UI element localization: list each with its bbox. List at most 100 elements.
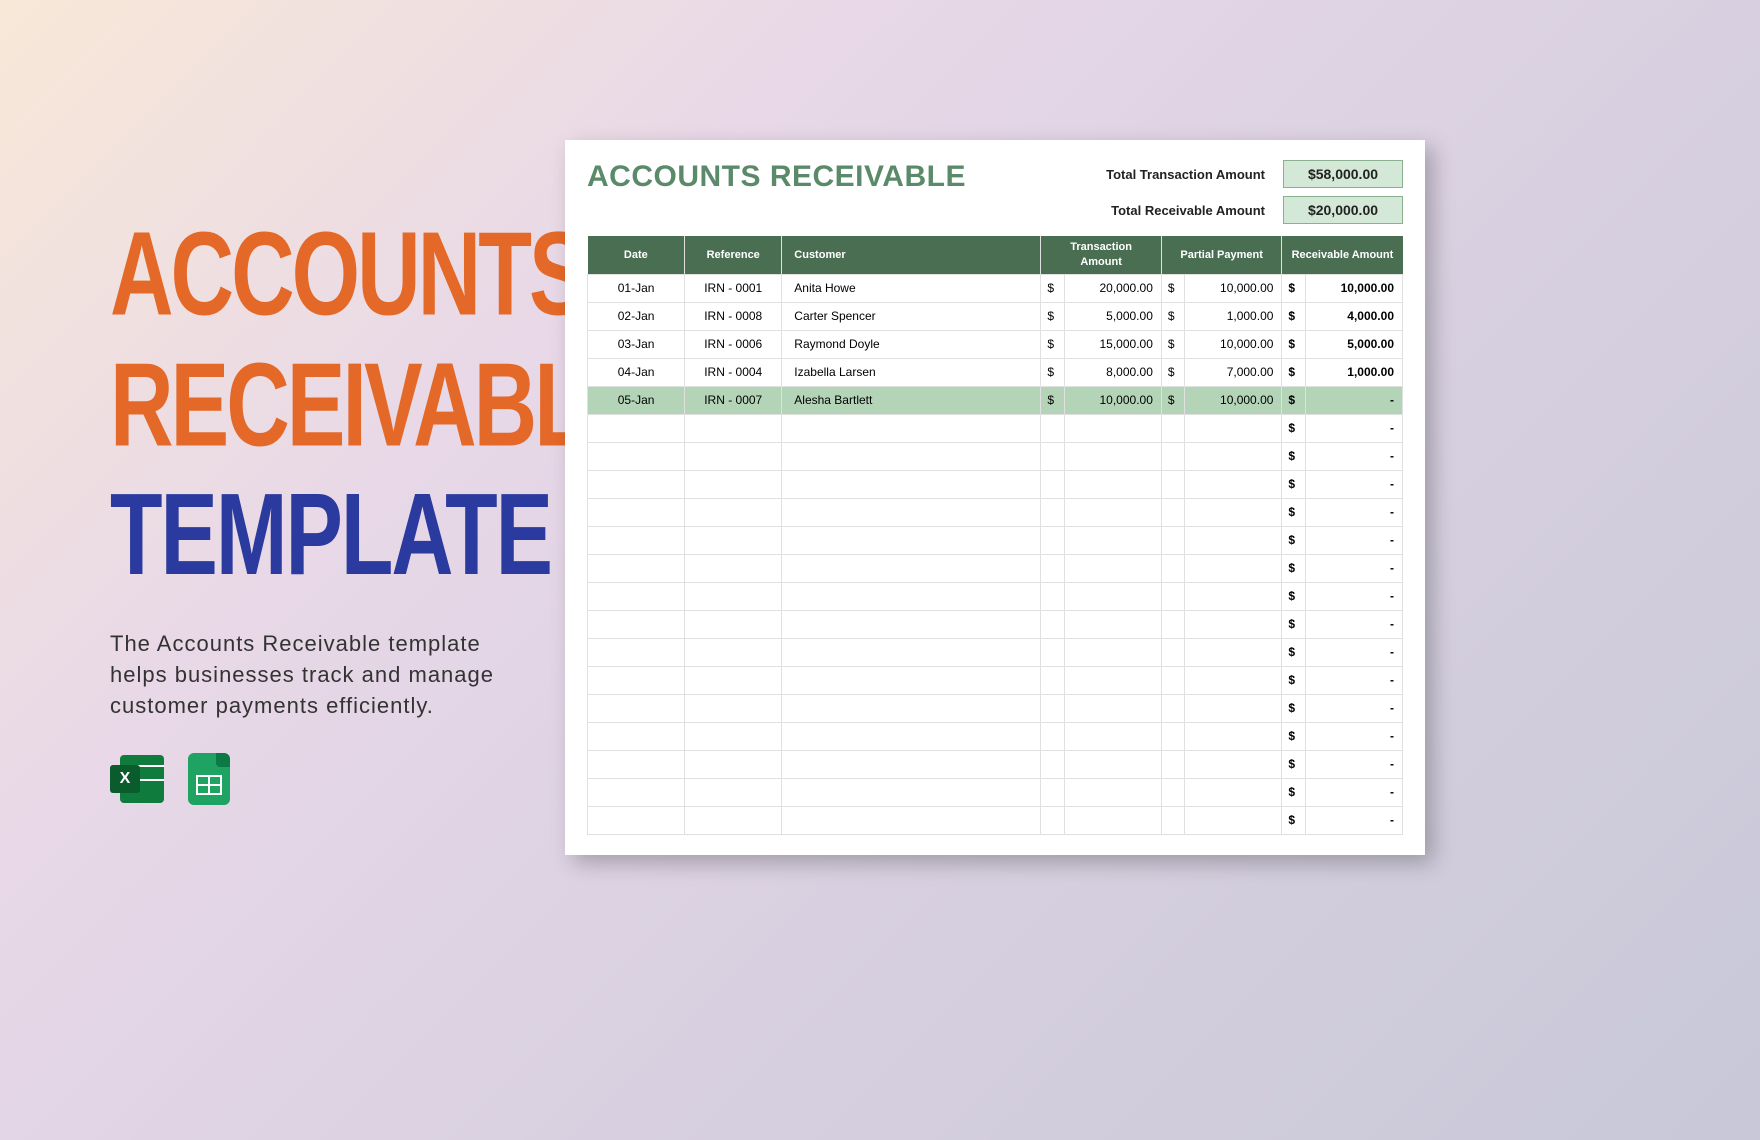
cell-currency: $ xyxy=(1282,274,1305,302)
cell-date: 03-Jan xyxy=(588,330,685,358)
cell-currency: $ xyxy=(1282,610,1305,638)
title-receivable: RECEIVABLE xyxy=(110,351,530,460)
header-customer: Customer xyxy=(782,236,1041,274)
cell-currency: $ xyxy=(1161,302,1184,330)
promo-description: The Accounts Receivable template helps b… xyxy=(110,629,530,721)
excel-icon: X xyxy=(110,751,166,807)
cell-receivable: 10,000.00 xyxy=(1305,274,1402,302)
cell-currency: $ xyxy=(1041,274,1064,302)
app-icons: X xyxy=(110,751,530,807)
cell-transaction: 5,000.00 xyxy=(1064,302,1161,330)
table-row-empty: $- xyxy=(588,442,1403,470)
table-row-empty: $- xyxy=(588,554,1403,582)
cell-receivable: - xyxy=(1305,638,1402,666)
table-row-empty: $- xyxy=(588,610,1403,638)
table-row: 04-JanIRN - 0004Izabella Larsen$8,000.00… xyxy=(588,358,1403,386)
table-row-empty: $- xyxy=(588,638,1403,666)
cell-partial: 7,000.00 xyxy=(1185,358,1282,386)
total-receivable-row: Total Receivable Amount $20,000.00 xyxy=(1106,196,1403,224)
cell-receivable: - xyxy=(1305,442,1402,470)
receivables-table: Date Reference Customer Transaction Amou… xyxy=(587,236,1403,835)
cell-partial: 10,000.00 xyxy=(1185,274,1282,302)
cell-currency: $ xyxy=(1282,582,1305,610)
cell-currency: $ xyxy=(1041,330,1064,358)
total-receivable-value: $20,000.00 xyxy=(1283,196,1403,224)
cell-currency: $ xyxy=(1161,358,1184,386)
table-row-empty: $- xyxy=(588,498,1403,526)
table-row: 02-JanIRN - 0008Carter Spencer$5,000.00$… xyxy=(588,302,1403,330)
header-reference: Reference xyxy=(685,236,782,274)
total-transaction-row: Total Transaction Amount $58,000.00 xyxy=(1106,160,1403,188)
cell-customer: Izabella Larsen xyxy=(782,358,1041,386)
cell-currency: $ xyxy=(1282,358,1305,386)
table-row-empty: $- xyxy=(588,806,1403,834)
cell-currency: $ xyxy=(1282,806,1305,834)
table-row-empty: $- xyxy=(588,582,1403,610)
cell-receivable: - xyxy=(1305,526,1402,554)
cell-receivable: - xyxy=(1305,750,1402,778)
cell-currency: $ xyxy=(1282,330,1305,358)
cell-receivable: - xyxy=(1305,806,1402,834)
cell-receivable: - xyxy=(1305,610,1402,638)
table-row-empty: $- xyxy=(588,470,1403,498)
cell-receivable: - xyxy=(1305,554,1402,582)
cell-transaction: 20,000.00 xyxy=(1064,274,1161,302)
cell-partial: 10,000.00 xyxy=(1185,386,1282,414)
cell-receivable: - xyxy=(1305,470,1402,498)
table-row-empty: $- xyxy=(588,414,1403,442)
cell-receivable: 5,000.00 xyxy=(1305,330,1402,358)
cell-currency: $ xyxy=(1282,694,1305,722)
cell-receivable: - xyxy=(1305,386,1402,414)
cell-receivable: - xyxy=(1305,694,1402,722)
cell-currency: $ xyxy=(1041,302,1064,330)
cell-partial: 10,000.00 xyxy=(1185,330,1282,358)
cell-transaction: 8,000.00 xyxy=(1064,358,1161,386)
cell-transaction: 15,000.00 xyxy=(1064,330,1161,358)
table-row-empty: $- xyxy=(588,694,1403,722)
cell-receivable: 4,000.00 xyxy=(1305,302,1402,330)
cell-receivable: - xyxy=(1305,722,1402,750)
cell-reference: IRN - 0008 xyxy=(685,302,782,330)
cell-currency: $ xyxy=(1282,666,1305,694)
cell-currency: $ xyxy=(1282,778,1305,806)
cell-currency: $ xyxy=(1282,470,1305,498)
cell-currency: $ xyxy=(1161,386,1184,414)
cell-receivable: - xyxy=(1305,414,1402,442)
cell-customer: Carter Spencer xyxy=(782,302,1041,330)
google-sheets-icon xyxy=(180,751,236,807)
total-transaction-label: Total Transaction Amount xyxy=(1106,167,1265,182)
table-header-row: Date Reference Customer Transaction Amou… xyxy=(588,236,1403,274)
cell-currency: $ xyxy=(1282,554,1305,582)
cell-receivable: 1,000.00 xyxy=(1305,358,1402,386)
table-row-empty: $- xyxy=(588,722,1403,750)
table-row-empty: $- xyxy=(588,778,1403,806)
cell-currency: $ xyxy=(1282,386,1305,414)
table-row-empty: $- xyxy=(588,526,1403,554)
cell-date: 01-Jan xyxy=(588,274,685,302)
cell-reference: IRN - 0007 xyxy=(685,386,782,414)
cell-date: 02-Jan xyxy=(588,302,685,330)
cell-date: 05-Jan xyxy=(588,386,685,414)
totals-block: Total Transaction Amount $58,000.00 Tota… xyxy=(1106,160,1403,224)
cell-currency: $ xyxy=(1041,358,1064,386)
table-body: 01-JanIRN - 0001Anita Howe$20,000.00$10,… xyxy=(588,274,1403,834)
header-date: Date xyxy=(588,236,685,274)
cell-receivable: - xyxy=(1305,498,1402,526)
header-transaction: Transaction Amount xyxy=(1041,236,1162,274)
cell-partial: 1,000.00 xyxy=(1185,302,1282,330)
cell-currency: $ xyxy=(1041,386,1064,414)
header-partial: Partial Payment xyxy=(1161,236,1282,274)
sheet-header: ACCOUNTS RECEIVABLE Total Transaction Am… xyxy=(587,160,1403,224)
title-accounts: ACCOUNTS xyxy=(110,220,530,329)
total-transaction-value: $58,000.00 xyxy=(1283,160,1403,188)
cell-receivable: - xyxy=(1305,666,1402,694)
table-row: 01-JanIRN - 0001Anita Howe$20,000.00$10,… xyxy=(588,274,1403,302)
promo-panel: ACCOUNTS RECEIVABLE TEMPLATE The Account… xyxy=(110,220,530,807)
table-row: 03-JanIRN - 0006Raymond Doyle$15,000.00$… xyxy=(588,330,1403,358)
cell-receivable: - xyxy=(1305,582,1402,610)
cell-currency: $ xyxy=(1282,638,1305,666)
cell-currency: $ xyxy=(1282,526,1305,554)
cell-currency: $ xyxy=(1282,750,1305,778)
cell-currency: $ xyxy=(1282,498,1305,526)
cell-date: 04-Jan xyxy=(588,358,685,386)
